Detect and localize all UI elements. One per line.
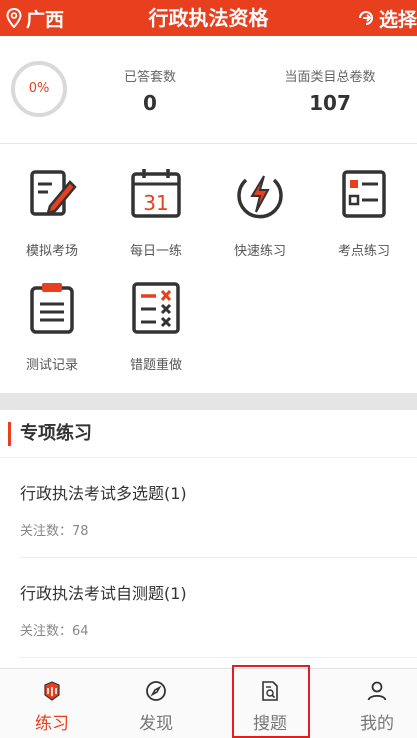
lightning-icon [237, 175, 283, 219]
user-icon [367, 681, 387, 701]
exam-edit-icon [30, 170, 77, 216]
grid-item-redo-mistakes[interactable]: 错题重做 [104, 258, 208, 373]
list-item[interactable]: 行政执法考试多选题(1) 关注数：78 [0, 458, 417, 558]
tab-label: 我的 [360, 714, 394, 734]
grid-item-test-records[interactable]: 测试记录 [0, 258, 104, 373]
page-title: 行政执法资格 [148, 6, 269, 30]
top-bar: 广西 行政执法资格 选择 [0, 0, 417, 36]
section-divider [0, 393, 417, 410]
switch-arrow-icon [358, 11, 373, 25]
list-item-followers: 关注数：64 [20, 624, 89, 639]
tab-practice[interactable]: 练习 [0, 669, 104, 738]
list-separator [20, 657, 417, 658]
compass-icon [146, 681, 166, 701]
section-accent-bar [8, 422, 11, 446]
total-stat: 当面类目总卷数 107 [270, 66, 390, 115]
bottom-nav: 练习 发现 搜题 我的 [0, 668, 417, 738]
calendar-icon: 31 [131, 169, 181, 218]
grid-item-daily-practice[interactable]: 31 每日一练 [104, 144, 208, 259]
tab-label: 练习 [35, 714, 69, 734]
grid-label: 考点练习 [337, 244, 390, 259]
calendar-day: 31 [143, 191, 168, 215]
grid-label: 测试记录 [25, 358, 78, 373]
grid-label: 每日一练 [129, 244, 182, 259]
progress-percent: 0% [28, 81, 50, 96]
total-label: 当面类目总卷数 [284, 70, 376, 85]
list-item-followers: 关注数：78 [20, 524, 89, 539]
list-item-title: 行政执法考试自测题(1) [20, 584, 187, 603]
tab-mine[interactable]: 我的 [325, 669, 417, 738]
pencil-icon [44, 681, 60, 701]
grid-item-topic-practice[interactable]: 考点练习 [312, 144, 416, 259]
tab-discover[interactable]: 发现 [104, 669, 208, 738]
list-item[interactable]: 行政执法考试自测题(1) 关注数：64 [0, 558, 417, 658]
search-tab-highlight-box [232, 665, 310, 738]
tab-label: 发现 [139, 714, 173, 734]
progress-ring: 0% [10, 60, 68, 118]
clipboard-icon [30, 283, 74, 334]
function-grid: 模拟考场 31 每日一练 快速练习 考点练习 测试记录 错题重做 [0, 144, 417, 392]
grid-label: 快速练习 [233, 244, 286, 259]
grid-item-quick-practice[interactable]: 快速练习 [208, 144, 312, 259]
stats-panel: 0% 已答套数 0 当面类目总卷数 107 [0, 36, 417, 144]
answered-label: 已答套数 [123, 70, 176, 85]
total-value: 107 [309, 91, 351, 115]
section-title: 专项练习 [20, 423, 92, 444]
answered-stat: 已答套数 0 [100, 66, 200, 115]
grid-item-mock-exam[interactable]: 模拟考场 [0, 144, 104, 259]
wrong-list-icon [132, 282, 180, 334]
grid-label: 模拟考场 [25, 244, 78, 259]
section-header: 专项练习 [0, 410, 417, 458]
answered-value: 0 [143, 91, 157, 115]
checklist-icon [342, 170, 386, 218]
list-item-title: 行政执法考试多选题(1) [20, 484, 187, 503]
grid-label: 错题重做 [129, 358, 182, 373]
select-button[interactable]: 选择 [357, 0, 417, 36]
select-label: 选择 [378, 8, 417, 31]
